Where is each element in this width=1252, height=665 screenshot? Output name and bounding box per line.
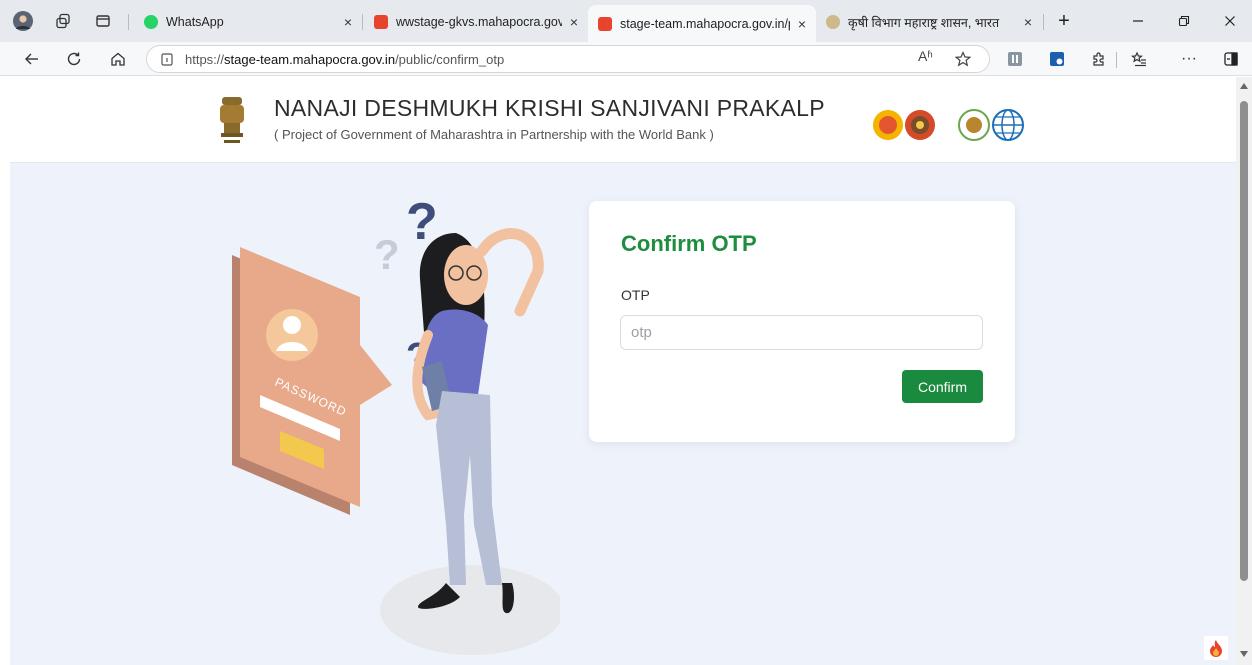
tab-label: wwstage-gkvs.mahapocra.gov.in [396, 15, 562, 29]
pocra-logo [958, 109, 990, 141]
otp-label: OTP [621, 287, 650, 303]
browser-tab-bar: WhatsApp × wwstage-gkvs.mahapocra.gov.in… [0, 0, 1252, 42]
tab-stage-team[interactable]: stage-team.mahapocra.gov.in/pu × [588, 5, 816, 42]
workspaces-icon[interactable] [52, 10, 74, 32]
whatsapp-icon [144, 15, 158, 29]
agriculture-university-logo [905, 110, 935, 140]
close-window-button[interactable] [1212, 8, 1248, 34]
tab-wwstage[interactable]: wwstage-gkvs.mahapocra.gov.in × [364, 6, 588, 38]
close-tab-icon[interactable]: × [1024, 14, 1032, 30]
page-scrollbar[interactable] [1236, 77, 1252, 665]
tab-label: stage-team.mahapocra.gov.in/pu [620, 16, 790, 31]
maharashtra-seal-logo [873, 110, 903, 140]
extension-grey-icon[interactable] [1004, 49, 1026, 69]
site-subtitle: ( Project of Government of Maharashtra i… [274, 127, 714, 142]
world-bank-logo [992, 109, 1024, 141]
favorites-list-icon[interactable] [1128, 49, 1150, 69]
new-tab-button[interactable]: + [1046, 8, 1082, 34]
tab-label: WhatsApp [166, 15, 224, 29]
refresh-button[interactable] [62, 48, 86, 70]
url-path: /public/confirm_otp [395, 51, 505, 67]
fire-favicon-icon [374, 15, 388, 29]
partner-logos [873, 109, 1024, 141]
floor-shadow [380, 565, 560, 655]
government-favicon-icon [826, 15, 840, 29]
more-options-icon[interactable]: ··· [1178, 49, 1200, 69]
browser-toolbar: https://stage-team.mahapocra.gov.in/publ… [0, 42, 1252, 76]
url-scheme: https:// [185, 51, 225, 67]
page-content: NANAJI DESHMUKH KRISHI SANJIVANI PRAKALP… [10, 77, 1236, 665]
site-header: NANAJI DESHMUKH KRISHI SANJIVANI PRAKALP… [10, 77, 1236, 163]
site-info-icon[interactable] [161, 52, 173, 66]
tab-separator [128, 14, 129, 30]
password-card-graphic: PASSWORD [232, 247, 392, 515]
scroll-up-arrow[interactable] [1240, 83, 1248, 89]
favorite-star-icon[interactable] [952, 49, 974, 69]
close-tab-icon[interactable]: × [344, 14, 352, 30]
site-title: NANAJI DESHMUKH KRISHI SANJIVANI PRAKALP [274, 95, 825, 121]
otp-input[interactable] [620, 315, 983, 350]
confirm-otp-card: Confirm OTP OTP Confirm [589, 201, 1015, 442]
tab-krushi-vibhag[interactable]: कृषी विभाग महाराष्ट्र शासन, भारत × [816, 6, 1042, 38]
confirm-button[interactable]: Confirm [902, 370, 983, 403]
profile-avatar-icon[interactable] [12, 10, 34, 32]
form-title: Confirm OTP [621, 231, 757, 256]
tab-label: कृषी विभाग महाराष्ट्र शासन, भारत [848, 15, 1000, 30]
extensions-puzzle-icon[interactable] [1088, 49, 1110, 69]
home-button[interactable] [106, 48, 130, 70]
toolbar-separator [1116, 52, 1117, 68]
tab-whatsapp[interactable]: WhatsApp × [134, 6, 362, 38]
sidebar-toggle-icon[interactable] [1220, 49, 1242, 69]
fire-favicon-icon [598, 16, 612, 31]
url-host: stage-team.mahapocra.gov.in [224, 51, 396, 67]
tab-separator [1043, 14, 1044, 30]
tab-separator [362, 14, 363, 30]
address-bar[interactable]: https://stage-team.mahapocra.gov.in/publ… [146, 45, 990, 73]
question-mark-graphic: ? [374, 231, 400, 278]
floating-fire-icon[interactable] [1204, 636, 1228, 660]
scroll-down-arrow[interactable] [1240, 651, 1248, 657]
close-tab-icon[interactable]: × [798, 16, 806, 32]
scroll-thumb[interactable] [1240, 101, 1248, 581]
tab-actions-icon[interactable] [92, 10, 114, 32]
national-emblem-logo [220, 97, 244, 143]
minimize-button[interactable] [1120, 8, 1156, 34]
close-tab-icon[interactable]: × [570, 14, 578, 30]
read-aloud-icon[interactable]: Aʱ [918, 48, 933, 64]
extension-blue-icon[interactable] [1046, 49, 1068, 69]
forgot-password-illustration: PASSWORD ? ? ? [232, 193, 560, 655]
back-button[interactable] [20, 48, 44, 70]
restore-button[interactable] [1166, 8, 1202, 34]
confused-woman-graphic [412, 228, 544, 614]
